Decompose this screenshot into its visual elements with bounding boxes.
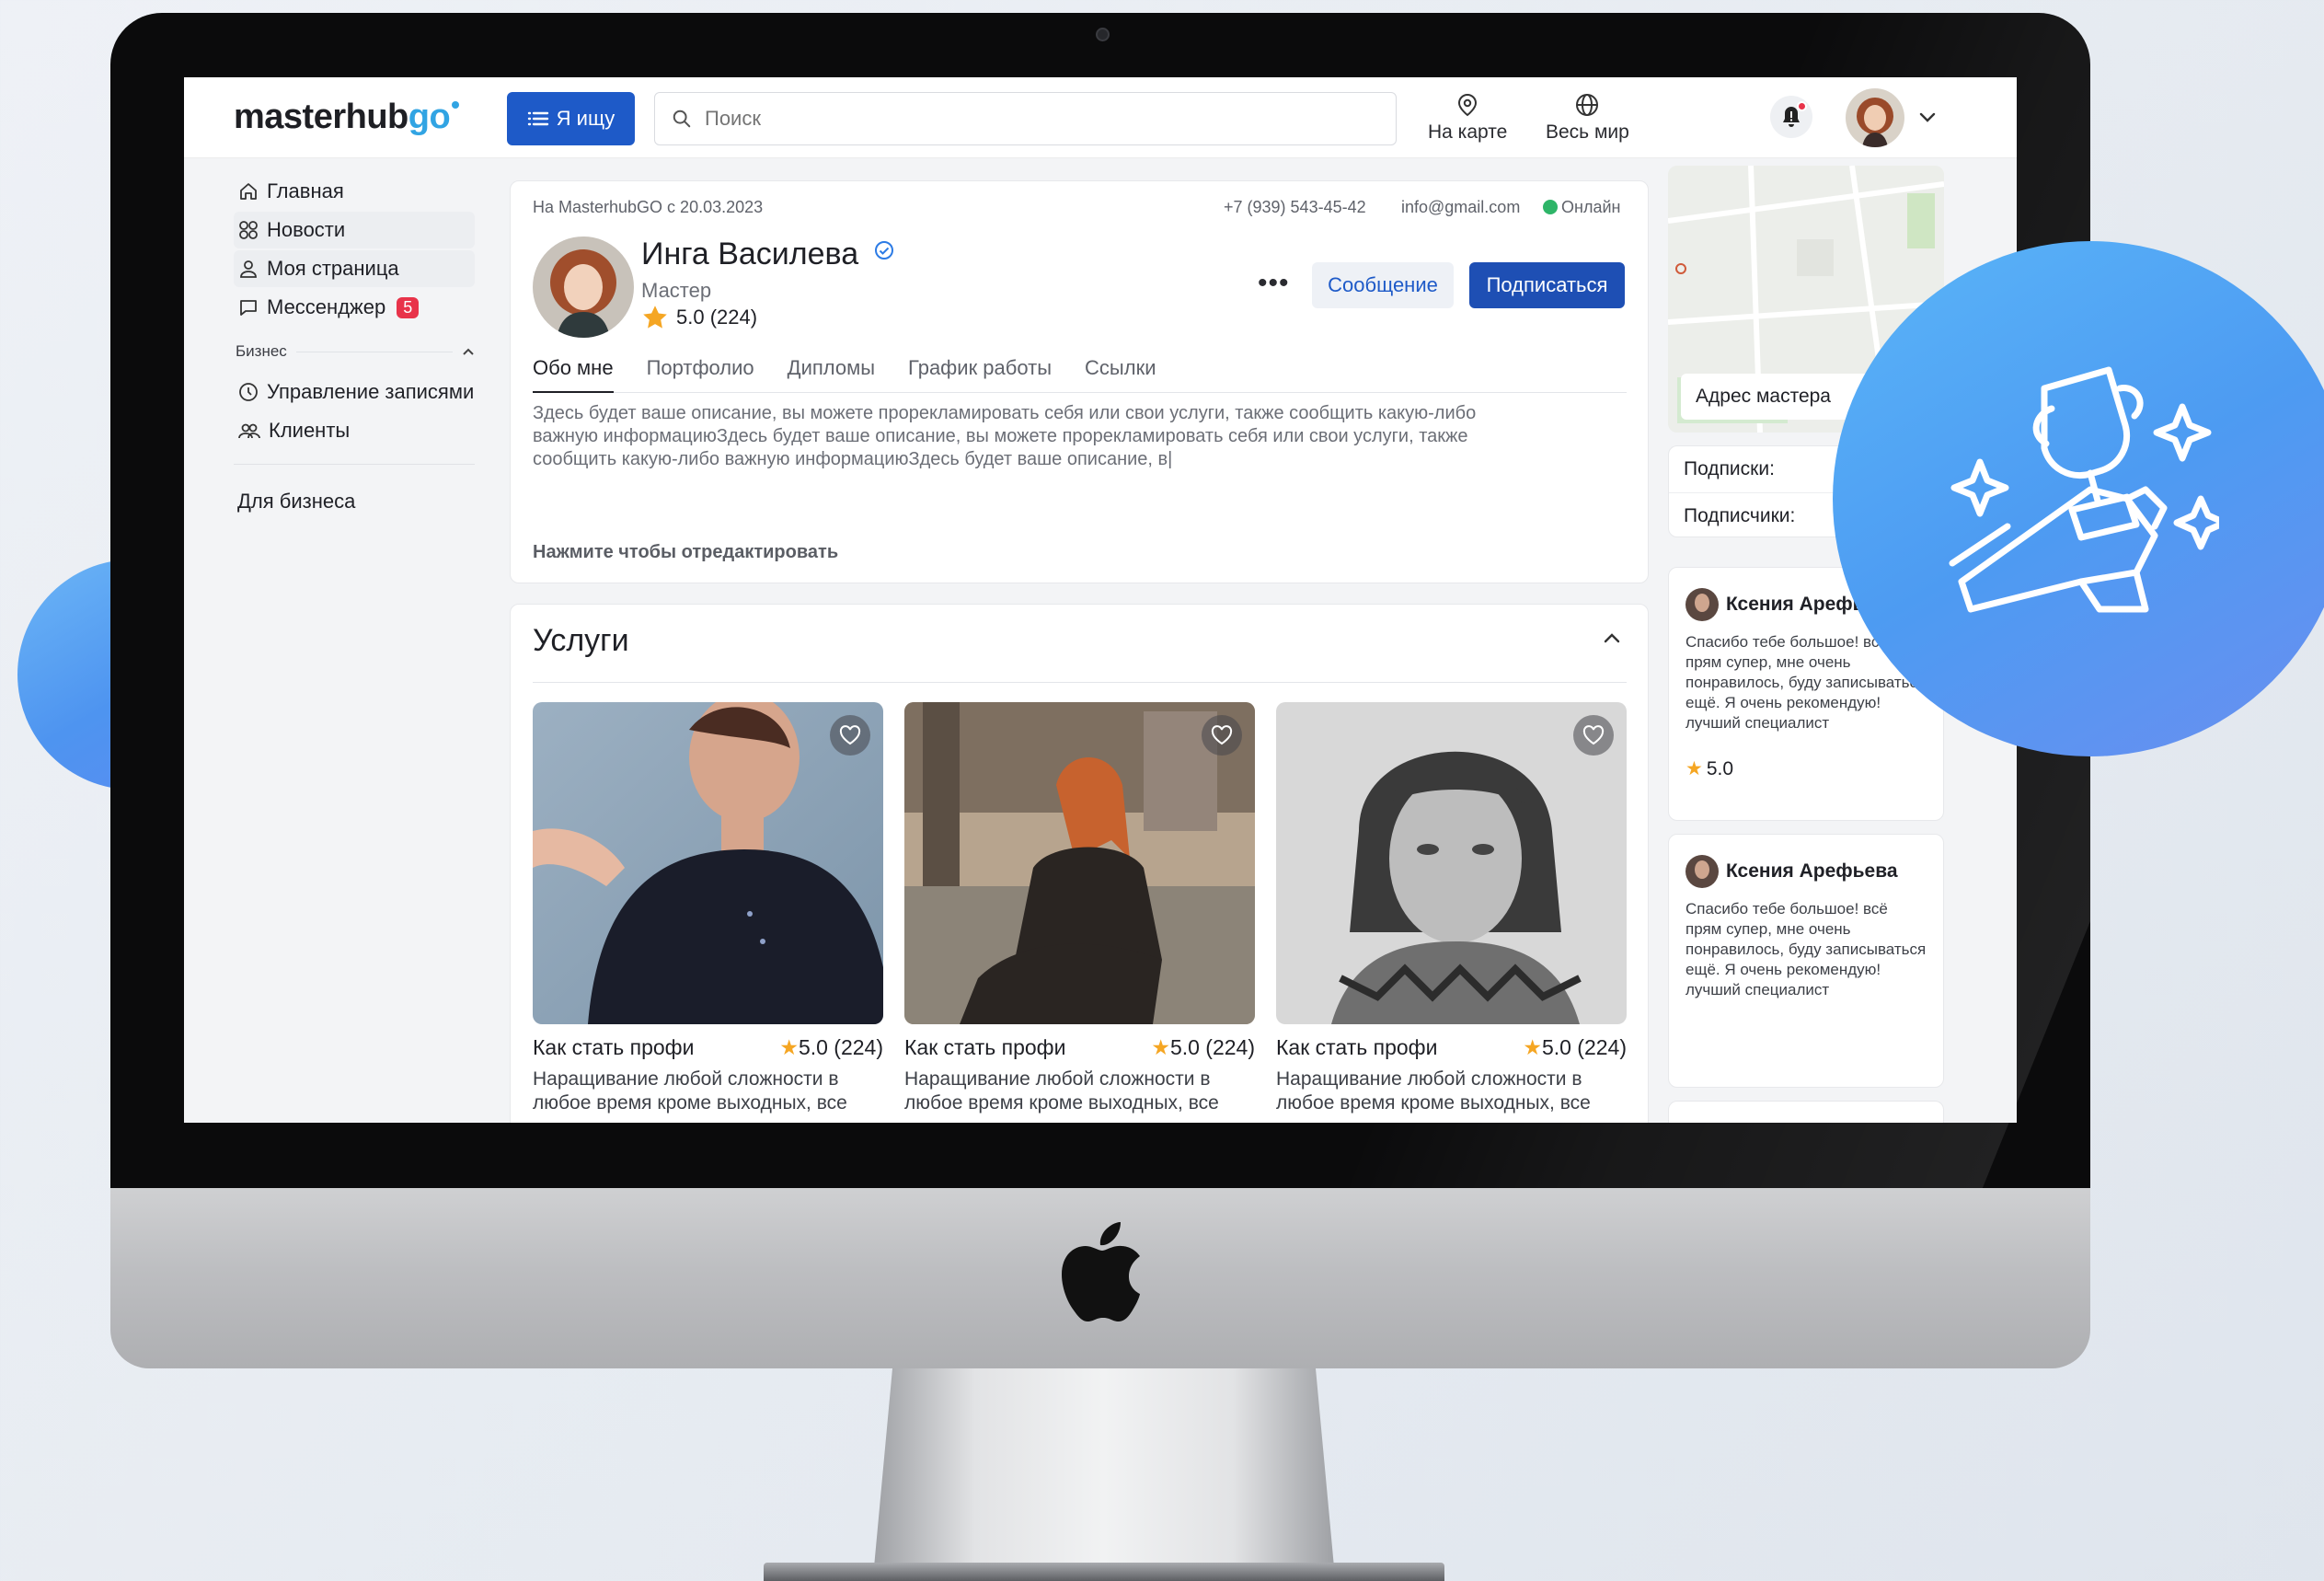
tab-schedule[interactable]: График работы: [908, 356, 1052, 393]
services-title: Услуги: [533, 623, 629, 658]
subscribe-button[interactable]: Подписаться: [1469, 262, 1625, 308]
service-photo[interactable]: [904, 702, 1255, 1024]
heart-icon: [839, 725, 861, 745]
location-icon: [1458, 93, 1478, 117]
world-nav-button[interactable]: Весь мир: [1546, 92, 1629, 144]
service-photo[interactable]: [1276, 702, 1627, 1024]
profile-role: Мастер: [641, 279, 712, 302]
clients-icon: [238, 423, 260, 439]
reviewer-avatar: [1685, 855, 1719, 888]
search-icon: [673, 110, 691, 128]
sidebar-item-news[interactable]: Новости: [234, 212, 475, 248]
chevron-down-icon[interactable]: [1917, 110, 1938, 125]
notifications-button[interactable]: [1770, 96, 1812, 138]
app-screen: masterhubgo Я ищу На карте Весь мир: [184, 77, 2017, 1123]
notification-dot: [1797, 101, 1807, 111]
online-dot: [1543, 200, 1558, 214]
globe-icon: [1576, 94, 1599, 116]
world-nav-label: Весь мир: [1546, 121, 1629, 143]
service-card[interactable]: Как стать профи ★5.0 (224) Наращивание лю…: [904, 702, 1255, 1115]
search-input[interactable]: [705, 107, 1349, 131]
review-rating: ★ 5.0: [1685, 757, 1734, 780]
favorite-button[interactable]: [1573, 715, 1614, 756]
sidebar-item-messenger[interactable]: Мессенджер 5: [234, 289, 475, 326]
profile-email[interactable]: info@gmail.com: [1401, 198, 1520, 217]
profile-rating: 5.0 (224): [641, 305, 757, 330]
service-rating: ★5.0 (224): [1151, 1035, 1255, 1059]
tab-links[interactable]: Ссылки: [1085, 356, 1156, 393]
service-description: Наращивание любой сложности в любое время…: [533, 1068, 847, 1114]
profile-name: Инга Василева: [641, 237, 895, 272]
review-card[interactable]: [1668, 1101, 1944, 1123]
services-card: Услуги Как стать профи ★5.0 (224) Наращив…: [510, 604, 1649, 1123]
sidebar-item-home[interactable]: Главная: [234, 173, 475, 210]
review-card[interactable]: Ксения Арефьева Спасибо тебе большое! вс…: [1668, 834, 1944, 1088]
favorite-button[interactable]: [830, 715, 870, 756]
list-icon: [527, 111, 548, 126]
decor-circle-right: [1833, 241, 2324, 756]
service-description: Наращивание любой сложности в любое время…: [904, 1068, 1219, 1114]
monitor-stand: [874, 1368, 1334, 1567]
service-photo[interactable]: [533, 702, 883, 1024]
reviewer-avatar: [1685, 588, 1719, 621]
profile-card: На MasterhubGO с 20.03.2023 +7 (939) 543…: [510, 180, 1649, 583]
user-icon: [240, 260, 257, 278]
map-nav-button[interactable]: На карте: [1428, 92, 1507, 144]
service-rating: ★5.0 (224): [1523, 1035, 1627, 1059]
more-options-button[interactable]: •••: [1258, 268, 1290, 299]
trophy-hand-icon: [1949, 366, 2219, 613]
service-rating: ★5.0 (224): [779, 1035, 883, 1059]
favorite-button[interactable]: [1202, 715, 1242, 756]
logo[interactable]: masterhubgo: [234, 98, 460, 137]
reviewer-name: Ксения Арефьева: [1726, 860, 1898, 882]
chevron-up-icon[interactable]: [1602, 630, 1622, 645]
tab-about[interactable]: Обо мне: [533, 356, 614, 393]
review-text: Спасибо тебе большое! всё прям супер, мн…: [1685, 900, 1927, 998]
business-section-header[interactable]: Бизнес: [234, 342, 475, 361]
service-description: Наращивание любой сложности в любое время…: [1276, 1068, 1591, 1114]
home-icon: [240, 183, 257, 200]
chat-icon: [240, 300, 257, 316]
service-title: Как стать профи: [1276, 1035, 1438, 1059]
profile-avatar[interactable]: [533, 237, 634, 338]
edit-hint[interactable]: Нажмите чтобы отредактировать: [533, 542, 838, 563]
monitor-stand-base: [764, 1563, 1444, 1581]
seek-button[interactable]: Я ищу: [507, 92, 635, 145]
heart-icon: [1211, 725, 1233, 745]
chevron-up-icon: [463, 348, 474, 355]
sidebar: Главная Новости Моя страница Мессенджер …: [234, 173, 475, 522]
star-icon: ★: [1685, 758, 1703, 779]
apple-logo: [1062, 1222, 1140, 1321]
service-card[interactable]: Как стать профи ★5.0 (224) Наращивание лю…: [1276, 702, 1627, 1115]
messenger-badge: 5: [397, 296, 420, 318]
grid-icon: [239, 221, 258, 239]
map-nav-label: На карте: [1428, 121, 1508, 143]
sidebar-item-bookings[interactable]: Управление записями: [234, 374, 475, 410]
profile-phone[interactable]: +7 (939) 543-45-42: [1224, 198, 1366, 217]
star-icon: [643, 306, 667, 329]
verified-icon: [874, 241, 893, 260]
seek-button-label: Я ищу: [556, 107, 616, 130]
service-title: Как стать профи: [533, 1035, 695, 1059]
search-box[interactable]: [654, 92, 1397, 145]
service-card[interactable]: Как стать профи ★5.0 (224) Наращивание лю…: [533, 702, 883, 1115]
online-status: Онлайн: [1543, 198, 1620, 217]
tab-portfolio[interactable]: Портфолио: [647, 356, 754, 393]
tab-diplomas[interactable]: Дипломы: [788, 356, 875, 393]
message-button[interactable]: Сообщение: [1312, 262, 1454, 308]
top-bar: masterhubgo Я ищу На карте Весь мир: [184, 77, 2017, 158]
profile-tabs: Обо мне Портфолио Дипломы График работы …: [533, 356, 1627, 393]
sidebar-item-my-page[interactable]: Моя страница: [234, 250, 475, 287]
camera: [1096, 28, 1110, 41]
sidebar-item-clients[interactable]: Клиенты: [234, 412, 475, 449]
about-text[interactable]: Здесь будет ваше описание, вы можете про…: [533, 402, 1480, 471]
user-avatar[interactable]: [1846, 88, 1904, 147]
clock-icon: [239, 383, 258, 401]
heart-icon: [1582, 725, 1605, 745]
sidebar-item-for-business[interactable]: Для бизнеса: [234, 483, 475, 520]
member-since: На MasterhubGO с 20.03.2023: [533, 198, 764, 216]
service-title: Как стать профи: [904, 1035, 1066, 1059]
